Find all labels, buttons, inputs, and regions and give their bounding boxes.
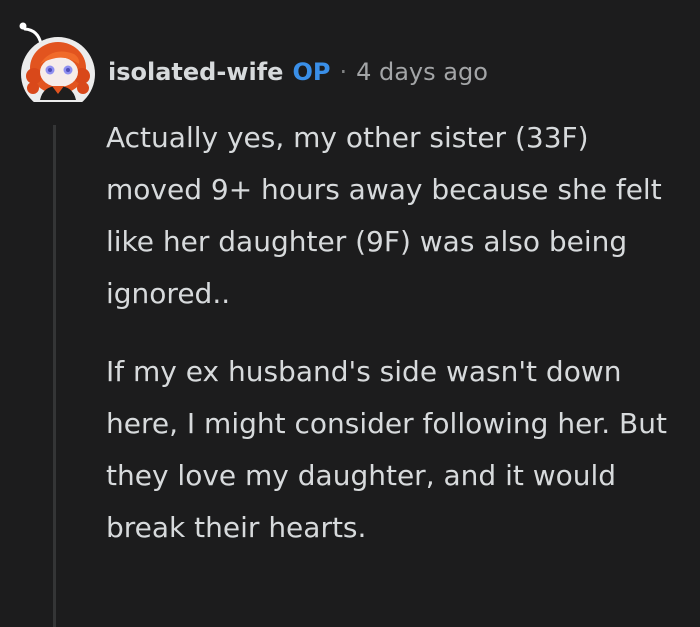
author-username[interactable]: isolated-wife	[108, 58, 283, 86]
comment-timestamp[interactable]: 4 days ago	[356, 58, 488, 86]
comment: isolated-wife OP · 4 days ago Actually y…	[0, 0, 700, 627]
op-badge: OP	[292, 58, 331, 86]
comment-paragraph: If my ex husband's side wasn't down here…	[106, 355, 667, 544]
meta-separator: ·	[339, 58, 348, 86]
comment-meta: isolated-wife OP · 4 days ago	[108, 54, 488, 90]
comment-paragraph: Actually yes, my other sister (33F) move…	[106, 121, 662, 310]
comment-body: Actually yes, my other sister (33F) move…	[106, 112, 686, 554]
snoo-avatar-icon	[18, 21, 95, 111]
thread-collapse-line[interactable]	[53, 125, 56, 627]
user-avatar[interactable]	[16, 20, 96, 111]
